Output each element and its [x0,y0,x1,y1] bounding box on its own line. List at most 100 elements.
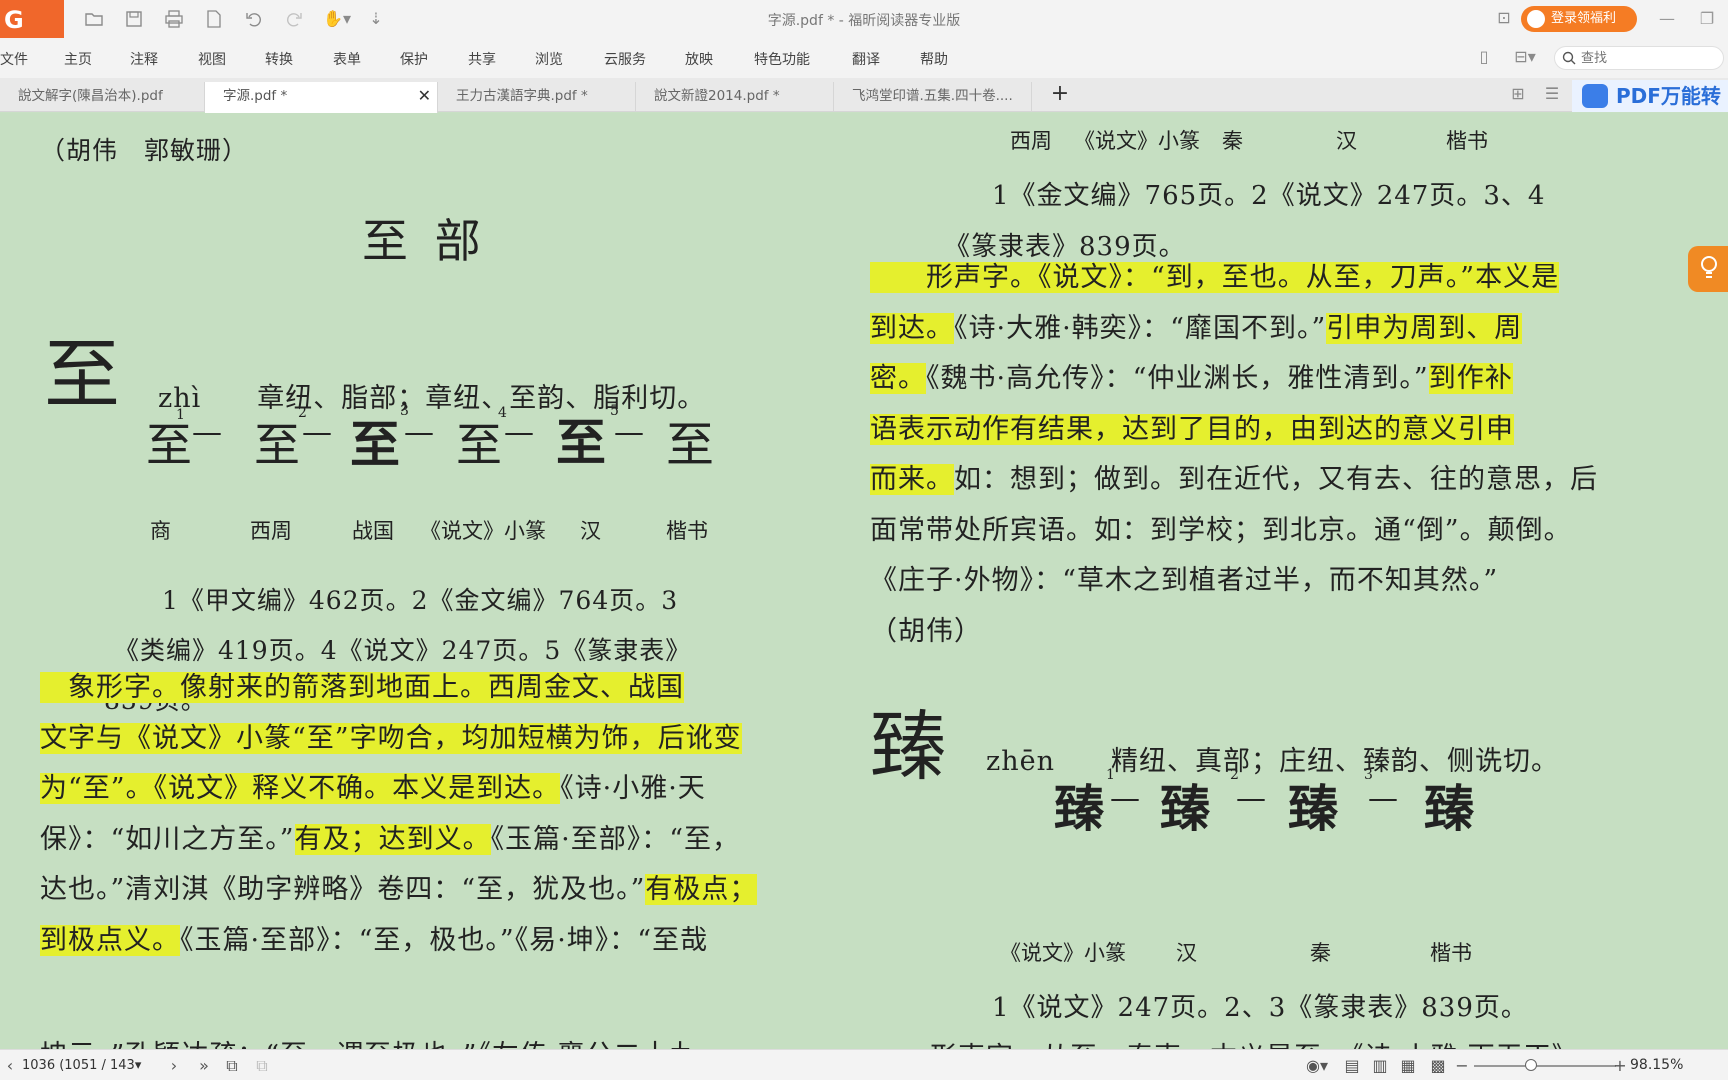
facing-page-icon[interactable]: ▦ [1398,1056,1418,1076]
label-zhanguo: 战国 [352,519,394,543]
menu-home[interactable]: 主页 [64,49,92,69]
single-page-icon[interactable]: ▤ [1342,1056,1362,1076]
right-body-line: 语表示动作有结果，达到了目的，由到达的意义引申 [870,407,1514,446]
menu-share[interactable]: 共享 [468,49,496,69]
text-span: 保》：“如川之方至。” [40,823,295,855]
glyph-qin: 臻 [1288,779,1338,838]
read-mode-icon[interactable]: ◉▾ [1302,1056,1332,1076]
tip-bulb-button[interactable] [1688,246,1728,292]
extract-page-icon[interactable]: ⧉ [252,1056,272,1076]
reference-line: 1《金文编》765页。2《说文》247页。3、4 [992,181,1546,211]
right-body-line: 面常带处所宾语。如：到学校；到北京。通“倒”。颠倒。 [870,508,1572,547]
zoom-slider-handle[interactable] [1524,1059,1537,1071]
evolution-dash: — [1110,781,1141,816]
label-qin: 秦 [1310,941,1331,965]
glyph-zhanguo: 至 [350,415,400,474]
search-field[interactable] [1554,46,1724,70]
continuous-page-icon[interactable]: ▥ [1370,1056,1390,1076]
left-body-line: 为“至”。《说文》释义不确。本义是到达。《诗·小雅·天 [40,766,706,805]
close-tab-icon[interactable]: ✕ [418,82,431,110]
zoom-slider[interactable] [1474,1065,1616,1067]
continuous-facing-icon[interactable]: ▩ [1428,1056,1448,1076]
grid-view-icon[interactable]: ⊞ [1508,84,1528,104]
status-bar: ‹ 1036 (1051 / 143▾ › » ⧉ ⧉ ◉▾ ▤ ▥ ▦ ▩ −… [0,1049,1728,1080]
label-shuowen: 《说文》小篆 [1074,129,1200,153]
pdf-converter-icon [1582,84,1608,108]
menu-browse[interactable]: 浏览 [535,49,563,69]
login-button[interactable]: 登录领福利 [1521,6,1637,32]
last-page-icon[interactable]: » [194,1056,214,1076]
right-body-line: 而来。如：想到；做到。到在近代，又有去、往的意思，后 [870,457,1598,496]
menu-cloud-service[interactable]: 云服务 [604,49,646,69]
next-page-icon[interactable]: › [164,1056,184,1076]
lightbulb-icon [1701,256,1717,278]
tab-label: 王力古漢語字典.pdf * [456,88,588,104]
label-han: 汉 [580,519,601,543]
new-tab-icon[interactable]: + [1050,83,1070,105]
cut-off-line: 坤元。”孔颖达疏：“至，谓至极也。”《左传·襄公二十九 [40,1033,698,1049]
text-span: （胡伟） [870,615,982,647]
label-shang: 商 [150,519,171,543]
glyph-han: 臻 [1160,779,1210,838]
footnote-number: 1 [176,407,185,423]
menu-special-features[interactable]: 特色功能 [754,49,810,69]
mobile-icon[interactable]: ▯ [1474,47,1494,67]
search-input[interactable] [1581,49,1719,67]
restore-icon[interactable]: ❐ [1696,8,1718,30]
menu-slideshow[interactable]: 放映 [685,49,713,69]
menu-translate[interactable]: 翻译 [852,49,880,69]
menu-help[interactable]: 帮助 [920,49,948,69]
left-body-line: 保》：“如川之方至。”有及；达到义。《玉篇·至部》：“至， [40,817,740,856]
evolution-dash: — [1368,781,1399,816]
left-body-line: 达也。”清刘淇《助字辨略》卷四：“至，犹及也。”有极点； [40,867,758,906]
highlighted-text: 为“至”。《说文》释义不确。本义是到达。 [40,773,561,804]
label-kaishu: 楷书 [1430,941,1472,965]
section-title: 至 部 [362,214,487,268]
glyph-shuowen: 臻 [1054,779,1104,838]
zoom-out-icon[interactable]: − [1452,1056,1472,1076]
menu-convert[interactable]: 转换 [265,49,293,69]
tab-wangli-dictionary[interactable]: 王力古漢語字典.pdf * [438,82,636,112]
zoom-in-icon[interactable]: + [1610,1056,1630,1076]
tab-shuowen-xinzheng[interactable]: 說文新證2014.pdf * [636,82,834,112]
right-body-line: 《庄子·外物》：“草木之到植者过半，而不知其然。” [870,558,1498,597]
copy-page-icon[interactable]: ⧉ [222,1056,242,1076]
highlighted-text: 到极点义。 [40,924,180,956]
evolution-dash: — [614,415,645,450]
find-options-icon[interactable]: ⊟▾ [1508,47,1542,67]
menu-comment[interactable]: 注释 [130,49,158,69]
menu-file[interactable]: 文件 [0,49,28,69]
right-body-line: （胡伟） [870,609,982,648]
tab-label: 說文解字(陳昌治本).pdf [18,88,163,104]
text-span: 《庄子·外物》：“草木之到植者过半，而不知其然。” [870,565,1499,596]
search-icon [1562,51,1576,65]
tab-list-icon[interactable]: ☰ [1542,84,1562,104]
previous-page-icon[interactable]: ‹ [0,1056,20,1076]
zoom-level[interactable]: 98.15% [1630,1057,1683,1073]
menu-bar: 文件 主页 注释 视图 转换 表单 保护 共享 浏览 云服务 放映 特色功能 翻… [0,38,1728,78]
pdf-converter-banner[interactable]: PDF万能转 [1572,80,1728,112]
tab-label: 說文新證2014.pdf * [654,88,780,104]
text-span: 面常带处所宾语。如：到学校；到北京。通“倒”。颠倒。 [870,514,1572,546]
menu-view[interactable]: 视图 [198,49,226,69]
label-shuowen: 《说文》小篆 [1000,941,1126,965]
authors-line: （胡伟 郭敏珊） [40,136,249,165]
text-span: 《玉篇·至部》：“至，极也。”《易·坤》：“至哉 [180,924,709,956]
skin-icon[interactable]: ⊡ [1494,8,1514,28]
tab-shuowen-chenchangzhi[interactable]: 說文解字(陳昌治本).pdf [0,82,205,112]
highlighted-text: 到达。 [870,312,954,344]
evolution-dash: — [192,415,223,450]
glyph-xizhou: 至 [254,418,300,472]
right-body-line: 到达。《诗·大雅·韩奕》：“靡国不到。”引申为周到、周 [870,306,1523,345]
label-xizhou: 西周 [1010,129,1052,153]
menu-form[interactable]: 表单 [333,49,361,69]
label-han: 汉 [1176,941,1197,965]
page-number-field[interactable]: 1036 (1051 / 143▾ [22,1055,158,1077]
document-view[interactable]: （胡伟 郭敏珊） 至 部 至 zhì 章纽、脂部；章纽、至韵、脂利切。 至 1 … [0,113,1728,1049]
tab-ziyuan[interactable]: 字源.pdf * ✕ [205,82,438,113]
page-number-value: 1036 (1051 / 143 [22,1058,135,1073]
text-span: 《诗·大雅·韩奕》：“靡国不到。” [954,312,1327,344]
tab-feihongtang[interactable]: 飞鸿堂印谱.五集.四十卷.... [834,82,1032,112]
menu-protect[interactable]: 保护 [400,49,428,69]
minimize-icon[interactable]: — [1656,8,1678,30]
